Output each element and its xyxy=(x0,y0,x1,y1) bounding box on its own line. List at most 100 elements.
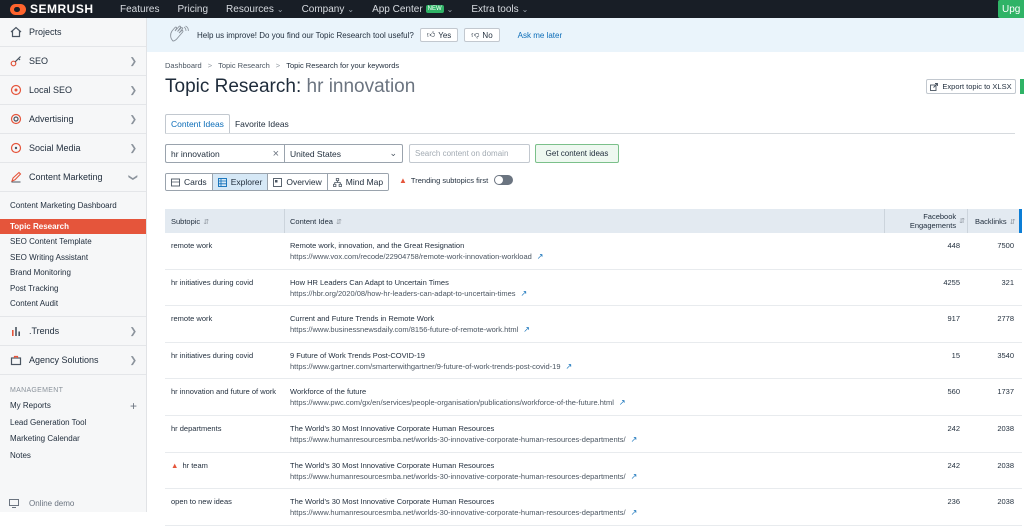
url-text: https://www.humanresourcesmba.net/worlds… xyxy=(290,508,626,518)
tab-favorite-ideas[interactable]: Favorite Ideas xyxy=(230,114,294,134)
cards-icon xyxy=(171,178,180,187)
row-url[interactable]: https://www.pwc.com/gx/en/services/peopl… xyxy=(290,398,626,407)
row-content-idea[interactable]: Remote work, innovation, and the Great R… xyxy=(290,241,464,250)
partial-green-button[interactable] xyxy=(1020,79,1024,94)
row-url[interactable]: https://www.gartner.com/smarterwithgartn… xyxy=(290,362,572,371)
top-nav-bar: SEMRUSH Features Pricing Resources ⌄ Comp… xyxy=(0,0,1024,18)
view-explorer[interactable]: Explorer xyxy=(212,174,269,190)
sidebar-subitem-brand-monitoring[interactable]: Brand Monitoring xyxy=(0,265,146,281)
sidebar: Projects SEO ❯ Local SEO ❯ Advertising ❯… xyxy=(0,18,147,512)
export-xlsx-button[interactable]: Export topic to XLSX xyxy=(926,79,1016,94)
feedback-yes-button[interactable]: 👍︎ Yes xyxy=(419,28,459,42)
nav-pricing[interactable]: Pricing xyxy=(177,4,208,15)
external-link-icon[interactable]: ↗ xyxy=(631,435,638,444)
sidebar-item-content-marketing[interactable]: Content Marketing ❯ xyxy=(0,163,146,192)
row-url[interactable]: https://www.humanresourcesmba.net/worlds… xyxy=(290,472,637,481)
table-row[interactable]: remote work Current and Future Trends in… xyxy=(165,306,1022,343)
row-content-idea[interactable]: Current and Future Trends in Remote Work xyxy=(290,314,434,323)
tab-content-ideas[interactable]: Content Ideas xyxy=(165,114,230,134)
country-select[interactable]: United States ⌄ xyxy=(284,144,403,163)
url-text: https://www.gartner.com/smarterwithgartn… xyxy=(290,361,561,371)
nav-app-center[interactable]: App Center NEW ⌄ xyxy=(372,4,453,15)
ask-me-later-link[interactable]: Ask me later xyxy=(518,31,562,40)
sidebar-item-trends[interactable]: .Trends ❯ xyxy=(0,317,146,346)
sidebar-item-social-media[interactable]: Social Media ❯ xyxy=(0,134,146,163)
sidebar-item-label: .Trends xyxy=(29,325,60,336)
semrush-logo[interactable]: SEMRUSH xyxy=(0,2,120,16)
table-row[interactable]: ▲ hr team The World's 30 Most Innovative … xyxy=(165,453,1022,490)
row-content-idea[interactable]: Workforce of the future xyxy=(290,387,366,396)
nav-company[interactable]: Company ⌄ xyxy=(302,4,355,15)
upgrade-button[interactable]: Upg xyxy=(998,0,1024,18)
row-content-idea[interactable]: The World's 30 Most Innovative Corporate… xyxy=(290,497,494,506)
online-demo-link[interactable]: Online demo xyxy=(9,499,74,508)
row-content-idea[interactable]: The World's 30 Most Innovative Corporate… xyxy=(290,461,494,470)
sidebar-item-notes[interactable]: Notes xyxy=(0,447,146,464)
sidebar-item-local-seo[interactable]: Local SEO ❯ xyxy=(0,76,146,105)
search-content-domain-input[interactable]: Search content on domain xyxy=(409,144,530,163)
keyword-input[interactable]: hr innovation × xyxy=(165,144,284,163)
sidebar-subitem-topic-research[interactable]: Topic Research xyxy=(0,218,146,234)
sidebar-subitem-cm-dashboard[interactable]: Content Marketing Dashboard xyxy=(0,198,146,214)
view-mind-map[interactable]: Mind Map xyxy=(327,174,389,190)
table-row[interactable]: remote work Remote work, innovation, and… xyxy=(165,233,1022,270)
breadcrumb-topic-research[interactable]: Topic Research xyxy=(218,61,270,70)
sidebar-subitem-post-tracking[interactable]: Post Tracking xyxy=(0,281,146,297)
sidebar-item-my-reports[interactable]: My Reports + xyxy=(0,398,146,415)
nav-resources[interactable]: Resources ⌄ xyxy=(226,4,284,15)
trending-toggle[interactable] xyxy=(494,175,514,185)
header-facebook-engagements[interactable]: Facebook Engagements ⇵ xyxy=(887,212,965,230)
nav-extra-tools[interactable]: Extra tools ⌄ xyxy=(471,4,528,15)
trending-toggle-group: ▲ Trending subtopics first xyxy=(399,175,514,185)
table-row[interactable]: hr innovation and future of work Workfor… xyxy=(165,379,1022,416)
table-row[interactable]: hr departments The World's 30 Most Innov… xyxy=(165,416,1022,453)
table-header: Subtopic ⇵ Content Idea ⇵ Facebook Engageme… xyxy=(165,209,1022,233)
external-link-icon[interactable]: ↗ xyxy=(631,508,638,517)
sidebar-subitem-content-audit[interactable]: Content Audit xyxy=(0,296,146,312)
table-row[interactable]: hr initiatives during covid 9 Future of … xyxy=(165,343,1022,380)
sidebar-subitem-seo-content-template[interactable]: SEO Content Template xyxy=(0,234,146,250)
scroll-indicator[interactable] xyxy=(1019,209,1022,233)
row-url[interactable]: https://www.humanresourcesmba.net/worlds… xyxy=(290,508,637,517)
view-overview[interactable]: Overview xyxy=(268,174,328,190)
sidebar-item-agency-solutions[interactable]: Agency Solutions ❯ xyxy=(0,346,146,375)
external-link-icon[interactable]: ↗ xyxy=(566,362,573,371)
nav-features[interactable]: Features xyxy=(120,4,159,15)
external-link-icon[interactable]: ↗ xyxy=(619,398,626,407)
add-report-icon[interactable]: + xyxy=(130,399,137,413)
sidebar-subitem-seo-writing-assistant[interactable]: SEO Writing Assistant xyxy=(0,250,146,266)
row-url[interactable]: https://www.humanresourcesmba.net/worlds… xyxy=(290,435,637,444)
header-content-idea[interactable]: Content Idea ⇵ xyxy=(290,217,342,226)
row-subtopic: remote work xyxy=(171,314,213,324)
breadcrumb-dashboard[interactable]: Dashboard xyxy=(165,61,202,70)
pen-icon xyxy=(9,171,22,184)
view-cards[interactable]: Cards xyxy=(166,174,213,190)
clear-icon[interactable]: × xyxy=(273,148,279,160)
breadcrumb-current: Topic Research for your keywords xyxy=(286,61,400,70)
row-content-idea[interactable]: How HR Leaders Can Adapt to Uncertain Ti… xyxy=(290,278,449,287)
row-url[interactable]: https://www.businessnewsdaily.com/8156-f… xyxy=(290,325,530,334)
sidebar-item-seo[interactable]: SEO ❯ xyxy=(0,47,146,76)
table-row[interactable]: hr initiatives during covid How HR Leade… xyxy=(165,270,1022,307)
feedback-no-button[interactable]: 👎︎ No xyxy=(464,28,500,42)
header-subtopic[interactable]: Subtopic ⇵ xyxy=(171,217,209,226)
row-content-idea[interactable]: The World's 30 Most Innovative Corporate… xyxy=(290,424,494,433)
row-content-idea[interactable]: 9 Future of Work Trends Post-COVID-19 xyxy=(290,351,425,360)
row-url[interactable]: https://hbr.org/2020/08/how-hr-leaders-c… xyxy=(290,289,527,298)
external-link-icon[interactable]: ↗ xyxy=(521,289,528,298)
button-label: Yes xyxy=(438,30,452,40)
sidebar-item-lead-generation[interactable]: Lead Generation Tool xyxy=(0,414,146,431)
table-row[interactable]: open to new ideas The World's 30 Most In… xyxy=(165,489,1022,526)
new-badge: NEW xyxy=(425,5,444,13)
sidebar-item-projects[interactable]: Projects xyxy=(0,18,146,47)
sidebar-item-advertising[interactable]: Advertising ❯ xyxy=(0,105,146,134)
row-url[interactable]: https://www.vox.com/recode/22904758/remo… xyxy=(290,252,544,261)
chevron-right-icon: ❯ xyxy=(129,85,137,95)
get-content-ideas-button[interactable]: Get content ideas xyxy=(535,144,619,163)
view-label: Mind Map xyxy=(345,177,384,187)
external-link-icon[interactable]: ↗ xyxy=(537,252,544,261)
external-link-icon[interactable]: ↗ xyxy=(523,325,530,334)
header-backlinks[interactable]: Backlinks ⇵ xyxy=(975,217,1016,226)
external-link-icon[interactable]: ↗ xyxy=(631,472,638,481)
sidebar-item-marketing-calendar[interactable]: Marketing Calendar xyxy=(0,431,146,448)
